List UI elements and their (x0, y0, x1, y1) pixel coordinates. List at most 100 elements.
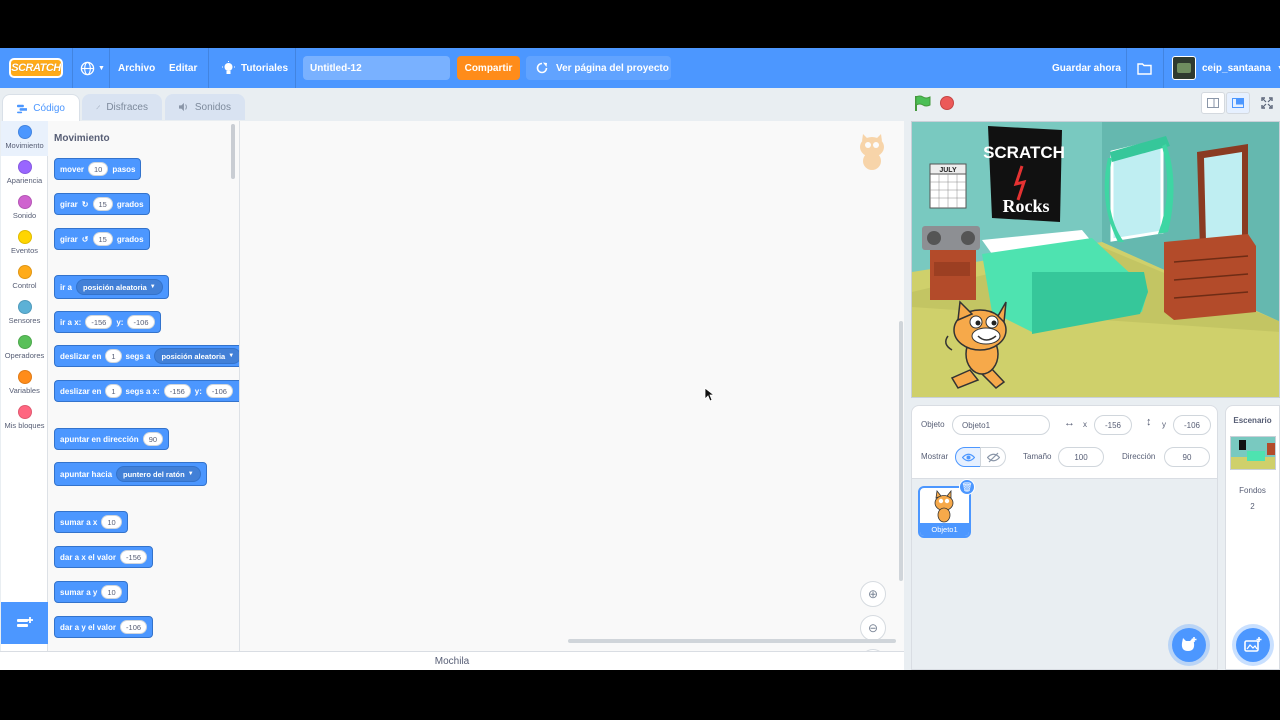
category-sound[interactable]: Sonido (1, 191, 48, 226)
add-extension-button[interactable] (1, 602, 48, 644)
block-change-y[interactable]: sumar a y 10 (54, 581, 128, 603)
block-move-steps[interactable]: mover 10 pasos (54, 158, 142, 180)
category-my-blocks[interactable]: Mis bloques (1, 401, 48, 436)
x-position-input[interactable]: -156 (1094, 415, 1132, 435)
small-stage-button[interactable] (1201, 92, 1225, 114)
block-point-in-direction[interactable]: apuntar en dirección 90 (54, 428, 170, 450)
backpack-bar[interactable]: Mochila (0, 651, 904, 670)
large-stage-button[interactable] (1226, 92, 1250, 114)
zoom-in-button[interactable]: ⊕ (860, 581, 886, 607)
block-input[interactable]: -156 (85, 315, 113, 329)
block-input[interactable]: -106 (127, 315, 155, 329)
tab-sounds-label: Sonidos (194, 101, 231, 113)
block-set-y[interactable]: dar a y el valor -106 (54, 616, 154, 638)
category-label: Sensores (8, 316, 41, 325)
stop-icon[interactable] (940, 96, 954, 110)
block-point-towards[interactable]: apuntar hacia puntero del ratón ▼ (54, 462, 207, 486)
sprite-tile-name: Objeto1 (920, 523, 969, 536)
sprite-name-label: Objeto (921, 420, 945, 429)
tab-sounds[interactable]: Sonidos (165, 94, 245, 120)
block-turn-right[interactable]: girar ↻ 15 grados (54, 193, 150, 215)
block-input[interactable]: 10 (101, 585, 122, 599)
file-menu[interactable]: Archivo (118, 48, 155, 88)
block-input[interactable]: 15 (92, 232, 113, 246)
block-input[interactable]: -156 (120, 550, 148, 564)
block-input[interactable]: 1 (105, 349, 122, 363)
block-text: y: (116, 317, 124, 327)
category-dot (17, 405, 32, 419)
block-turn-left[interactable]: girar ↺ 15 grados (54, 228, 150, 250)
category-variables[interactable]: Variables (1, 366, 48, 401)
see-project-page-button[interactable]: Ver página del proyecto (526, 56, 671, 80)
category-sensing[interactable]: Sensores (1, 296, 48, 331)
category-dot (17, 160, 32, 174)
username-label: ceip_santaana (1202, 62, 1271, 74)
language-menu[interactable]: ▼ (80, 48, 105, 88)
block-go-to[interactable]: ir a posición aleatoria ▼ (54, 275, 169, 299)
block-input[interactable]: 10 (101, 515, 122, 529)
dropdown-value: puntero del ratón (123, 469, 185, 479)
chevron-down-icon: ▼ (98, 64, 105, 72)
tab-costumes[interactable]: Disfraces (82, 94, 162, 120)
palette-scrollbar[interactable] (231, 124, 235, 179)
block-input[interactable]: -156 (163, 384, 191, 398)
account-menu[interactable]: ceip_santaana ▼ (1172, 48, 1280, 88)
chevron-down-icon: ▼ (187, 471, 194, 477)
project-title-input[interactable]: Untitled-12 (303, 56, 450, 80)
block-glide-xy[interactable]: deslizar en 1 segs a x: -156 y: -106 (54, 380, 239, 402)
block-input[interactable]: 15 (92, 197, 113, 211)
direction-input[interactable]: 90 (1164, 447, 1210, 467)
block-input[interactable]: -106 (120, 620, 148, 634)
menu-bar: SCRATCH ▼ Archivo Editar Tutoriales Unti… (0, 48, 1280, 88)
save-now-button[interactable]: Guardar ahora (1052, 48, 1121, 88)
green-flag-icon[interactable] (914, 95, 932, 112)
hide-sprite-button[interactable] (980, 447, 1006, 467)
horizontal-scrollbar[interactable] (568, 639, 896, 643)
block-dropdown[interactable]: posición aleatoria ▼ (154, 348, 239, 364)
block-input[interactable]: 10 (88, 162, 109, 176)
sprite-info-panel: Objeto Objeto1 ↔ x -156 ↕ y -106 Mostrar… (911, 405, 1218, 479)
stage[interactable]: JULY SCRATCH Rocks (911, 121, 1280, 398)
category-label: Variables (9, 386, 40, 395)
block-change-x[interactable]: sumar a x 10 (54, 511, 128, 533)
vertical-scrollbar[interactable] (899, 321, 903, 581)
zoom-out-button[interactable]: ⊖ (860, 615, 886, 641)
block-set-x[interactable]: dar a x el valor -156 (54, 546, 154, 568)
category-looks[interactable]: Apariencia (1, 156, 48, 191)
block-text: grados (116, 234, 144, 244)
dropdown-value: posición aleatoria (83, 282, 147, 292)
size-input[interactable]: 100 (1058, 447, 1104, 467)
category-operators[interactable]: Operadores (1, 331, 48, 366)
block-glide[interactable]: deslizar en 1 segs a posición aleatoria ▼ (54, 345, 239, 367)
block-go-to-xy[interactable]: ir a x: -156 y: -106 (54, 311, 161, 333)
category-motion[interactable]: Movimiento (1, 121, 48, 156)
add-backdrop-button[interactable] (1236, 628, 1270, 662)
category-control[interactable]: Control (1, 261, 48, 296)
speaker-icon (179, 102, 187, 112)
add-extension-icon (16, 617, 33, 627)
block-dropdown[interactable]: posición aleatoria ▼ (76, 279, 163, 295)
sprite-name-input[interactable]: Objeto1 (952, 415, 1050, 435)
block-input[interactable]: 1 (105, 384, 122, 398)
add-sprite-button[interactable] (1172, 628, 1206, 662)
tutorials-button[interactable]: Tutoriales (222, 48, 288, 88)
delete-sprite-button[interactable]: 🗑 (959, 479, 975, 495)
share-button[interactable]: Compartir (457, 56, 520, 80)
block-dropdown[interactable]: puntero del ratón ▼ (116, 466, 201, 482)
block-palette: Movimiento mover 10 pasos girar ↻ 15 gra… (48, 121, 240, 670)
scratch-logo[interactable]: SCRATCH (9, 58, 63, 78)
tab-code[interactable]: Código (2, 94, 80, 122)
show-sprite-button[interactable] (955, 447, 981, 467)
block-input[interactable]: 90 (142, 432, 164, 446)
y-position-input[interactable]: -106 (1173, 415, 1211, 435)
fullscreen-button[interactable] (1255, 92, 1279, 114)
script-area[interactable]: ⊕ ⊖ = (240, 121, 904, 670)
my-stuff-button[interactable] (1137, 48, 1152, 88)
block-text: pasos (112, 164, 136, 174)
block-input[interactable]: -106 (205, 384, 233, 398)
category-label: Movimiento (5, 141, 44, 150)
category-events[interactable]: Eventos (1, 226, 48, 261)
edit-menu[interactable]: Editar (169, 48, 197, 88)
bedroom-backdrop: JULY SCRATCH Rocks (912, 122, 1279, 397)
lightbulb-icon (222, 60, 235, 74)
